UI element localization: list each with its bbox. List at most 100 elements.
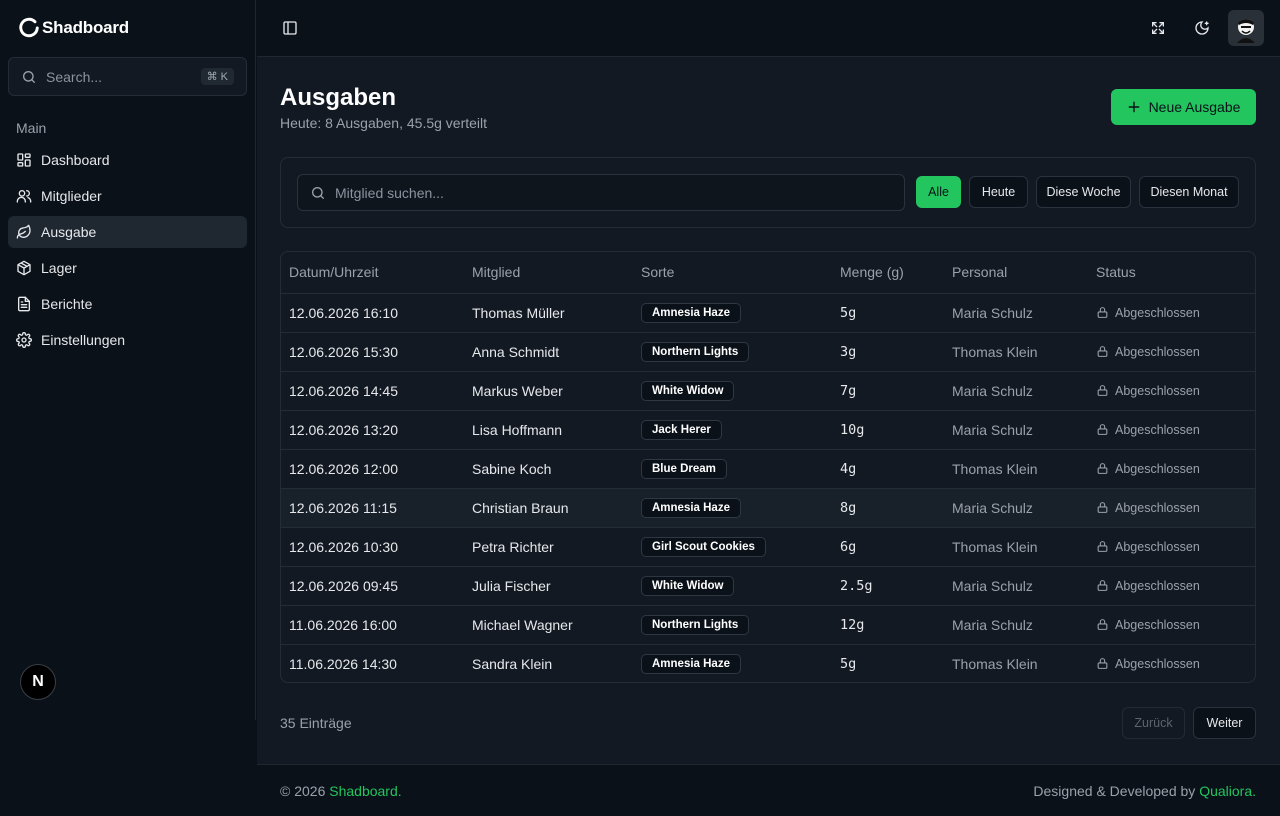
cell-strain: Jack Herer — [633, 410, 832, 450]
brand[interactable]: Shadboard — [18, 17, 129, 39]
sidebar-item-berichte[interactable]: Berichte — [8, 288, 247, 320]
avatar-image — [1231, 13, 1261, 43]
table-row[interactable]: 12.06.2026 14:45 Markus Weber White Widow 7… — [281, 371, 1255, 411]
cell-strain: White Widow — [633, 566, 832, 606]
theme-toggle-button[interactable] — [1184, 10, 1220, 46]
cell-staff: Maria Schulz — [944, 566, 1088, 606]
table-row[interactable]: 11.06.2026 16:00 Michael Wagner Northern L… — [281, 605, 1255, 645]
cell-amount: 6g — [832, 527, 944, 567]
status-label: Abgeschlossen — [1115, 344, 1200, 359]
cell-datetime: 12.06.2026 11:15 — [281, 488, 464, 528]
table-row[interactable]: 11.06.2026 14:30 Sandra Klein Amnesia Haze… — [281, 644, 1255, 682]
qualiora-link[interactable]: Qualiora — [1199, 783, 1252, 799]
sidebar-item-label: Einstellungen — [41, 332, 126, 348]
plus-icon — [1127, 100, 1141, 114]
cell-amount: 5g — [832, 293, 944, 333]
table-row[interactable]: 12.06.2026 16:10 Thomas Müller Amnesia Haz… — [281, 293, 1255, 333]
filter-alle-button[interactable]: Alle — [916, 176, 961, 208]
column-header-datum[interactable]: Datum/Uhrzeit — [281, 252, 464, 294]
ausgaben-table: Datum/Uhrzeit Mitglied Sorte Menge (g) P… — [281, 252, 1255, 682]
strain-badge: Girl Scout Cookies — [641, 536, 766, 557]
cell-staff: Maria Schulz — [944, 488, 1088, 528]
sidebar-toggle-button[interactable] — [272, 10, 308, 46]
lock-icon — [1096, 423, 1109, 436]
sidebar-item-ausgabe[interactable]: Ausgabe — [8, 216, 247, 248]
lock-icon — [1096, 657, 1109, 670]
status-label: Abgeschlossen — [1115, 617, 1200, 632]
fullscreen-button[interactable] — [1140, 10, 1176, 46]
sidebar-item-lager[interactable]: Lager — [8, 252, 247, 284]
cell-status: Abgeschlossen — [1088, 527, 1255, 567]
cell-datetime: 12.06.2026 15:30 — [281, 332, 464, 372]
top-header — [257, 0, 1280, 57]
table-row[interactable]: 12.06.2026 09:45 Julia Fischer White Widow… — [281, 566, 1255, 606]
lock-icon — [1096, 618, 1109, 631]
table-row[interactable]: 12.06.2026 12:00 Sabine Koch Blue Dream 4g T… — [281, 449, 1255, 489]
cell-staff: Maria Schulz — [944, 371, 1088, 411]
search-shortcut: ⌘ K — [200, 68, 234, 85]
strain-badge: Northern Lights — [641, 341, 750, 362]
status-label: Abgeschlossen — [1115, 578, 1200, 593]
pagination-prev-button[interactable]: Zurück — [1122, 707, 1185, 739]
next-badge[interactable]: N — [20, 664, 56, 700]
cell-strain: Girl Scout Cookies — [633, 527, 832, 567]
sidebar-nav: Dashboard Mitglieder Ausgabe Lager Beric… — [8, 144, 247, 360]
cell-staff: Thomas Klein — [952, 655, 1038, 672]
cell-strain: Northern Lights — [633, 605, 832, 645]
status-label: Abgeschlossen — [1115, 656, 1200, 671]
cell-amount: 12g — [832, 605, 944, 645]
table-row[interactable]: 12.06.2026 10:30 Petra Richter Girl Scout … — [281, 527, 1255, 567]
cell-datetime: 11.06.2026 14:30 — [289, 655, 397, 672]
entries-count: 35 Einträge — [280, 715, 352, 731]
table-row[interactable]: 12.06.2026 13:20 Lisa Hoffmann Jack Herer 1… — [281, 410, 1255, 450]
strain-badge: Northern Lights — [641, 614, 750, 635]
column-header-personal[interactable]: Personal — [944, 252, 1088, 294]
cell-staff: Thomas Klein — [944, 332, 1088, 372]
footer-credit: Designed & Developed by Qualiora. — [1033, 783, 1256, 799]
sidebar: Shadboard Search... ⌘ K Main Dashboard M… — [0, 0, 256, 720]
filter-diesen-monat-button[interactable]: Diesen Monat — [1139, 176, 1239, 208]
pagination-next-button[interactable]: Weiter — [1193, 707, 1256, 739]
column-header-status[interactable]: Status — [1088, 252, 1255, 294]
cell-amount: 3g — [832, 332, 944, 372]
filter-diese-woche-button[interactable]: Diese Woche — [1036, 176, 1131, 208]
cell-status: Abgeschlossen — [1088, 644, 1255, 682]
leaf-icon — [16, 224, 32, 240]
column-header-sorte[interactable]: Sorte — [633, 252, 832, 294]
sidebar-item-mitglieder[interactable]: Mitglieder — [8, 180, 247, 212]
lock-icon — [1096, 579, 1109, 592]
cell-datetime: 12.06.2026 13:20 — [281, 410, 464, 450]
strain-badge: Amnesia Haze — [641, 653, 741, 674]
lock-icon — [1096, 384, 1109, 397]
status-label: Abgeschlossen — [1115, 539, 1200, 554]
member-search-placeholder: Mitglied suchen... — [335, 184, 444, 201]
search-icon — [21, 69, 37, 85]
cell-staff: Maria Schulz — [944, 293, 1088, 333]
sidebar-item-label: Dashboard — [41, 152, 110, 168]
column-header-mitglied[interactable]: Mitglied — [464, 252, 633, 294]
sidebar-search[interactable]: Search... ⌘ K — [8, 57, 247, 96]
table-row[interactable]: 12.06.2026 15:30 Anna Schmidt Northern Lig… — [281, 332, 1255, 372]
footer: © 2026 Shadboard. Designed & Developed b… — [257, 764, 1280, 816]
sidebar-item-einstellungen[interactable]: Einstellungen — [8, 324, 247, 356]
ausgaben-table-card: Datum/Uhrzeit Mitglied Sorte Menge (g) P… — [280, 251, 1256, 683]
cell-strain: Amnesia Haze — [633, 293, 832, 333]
column-header-menge[interactable]: Menge (g) — [832, 252, 944, 294]
sidebar-item-dashboard[interactable]: Dashboard — [8, 144, 247, 176]
cell-datetime: 12.06.2026 16:10 — [281, 293, 464, 333]
cell-amount: 5g — [840, 655, 857, 672]
cell-member: Thomas Müller — [464, 293, 633, 333]
user-avatar[interactable] — [1228, 10, 1264, 46]
sidebar-toggle-icon — [282, 20, 298, 36]
strain-badge: Amnesia Haze — [641, 497, 741, 518]
filter-heute-button[interactable]: Heute — [969, 176, 1028, 208]
member-search-input[interactable]: Mitglied suchen... — [297, 174, 905, 211]
table-row[interactable]: 12.06.2026 11:15 Christian Braun Amnesia H… — [281, 488, 1255, 528]
new-ausgabe-button[interactable]: Neue Ausgabe — [1111, 89, 1256, 125]
cell-status: Abgeschlossen — [1088, 293, 1255, 333]
cell-strain: White Widow — [633, 371, 832, 411]
moon-sun-icon — [1194, 20, 1210, 36]
cell-datetime: 12.06.2026 12:00 — [281, 449, 464, 489]
cell-datetime: 12.06.2026 14:45 — [281, 371, 464, 411]
shadboard-link[interactable]: Shadboard — [329, 783, 398, 799]
